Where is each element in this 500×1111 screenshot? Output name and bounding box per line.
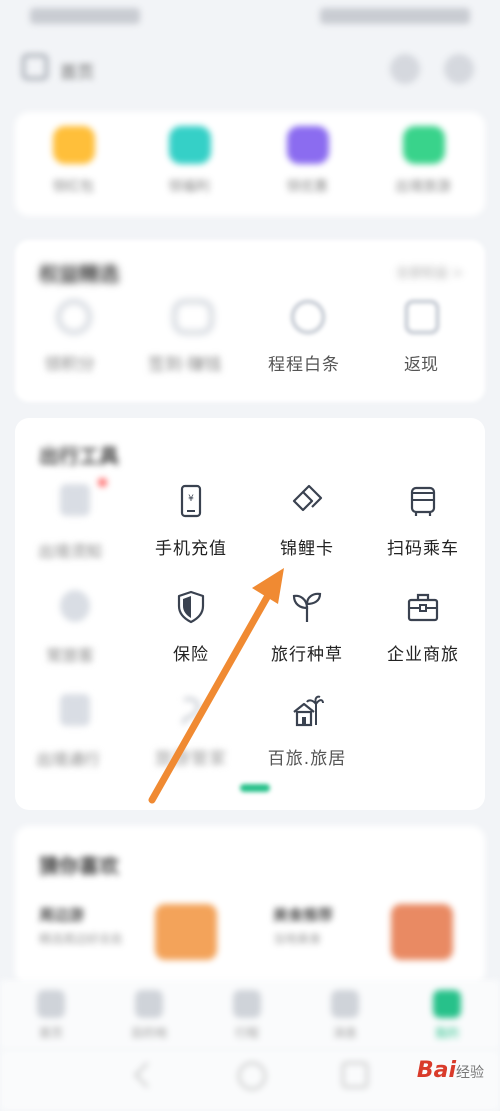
nav-home[interactable]: 首页 (16, 990, 86, 1041)
tool-label: 常旅客 (46, 646, 95, 665)
sprout-icon (290, 590, 324, 624)
watermark-suffix: 经验 (456, 1065, 484, 1081)
pass-icon[interactable] (60, 694, 90, 726)
header-title: 首页 (60, 63, 94, 83)
nav-destination[interactable]: 目的地 (114, 990, 184, 1041)
nav-label: 行程 (234, 1026, 259, 1040)
destination-icon (135, 990, 163, 1018)
tool-label: 旅游管家 (155, 749, 227, 769)
service-icon[interactable] (390, 54, 420, 84)
nav-label: 目的地 (130, 1026, 167, 1040)
palm-house-icon (290, 694, 324, 728)
benefit-label: 领积分 (44, 355, 95, 375)
message-icon[interactable] (444, 54, 474, 84)
recommend-item-title[interactable]: 美食推荐 (273, 904, 333, 925)
back-icon[interactable] (134, 1062, 160, 1088)
section-title: 出行工具 (39, 444, 119, 468)
page-indicator (240, 784, 270, 792)
welfare-icon[interactable] (169, 126, 211, 164)
section-title: 猜你喜欢 (39, 854, 119, 878)
benefit-label[interactable]: 程程白条 (268, 350, 340, 375)
recents-icon[interactable] (342, 1062, 368, 1088)
nav-label: 首页 (38, 1026, 63, 1040)
tool-label: 保险 (173, 645, 209, 665)
briefcase-icon (406, 590, 440, 624)
traveler-icon[interactable] (60, 590, 90, 622)
home-system-icon[interactable] (238, 1062, 266, 1090)
butler-icon (174, 694, 208, 728)
tool-label: 锦鲤卡 (280, 539, 334, 559)
tool-koi-card[interactable]: 锦鲤卡 (249, 484, 365, 559)
notice-icon[interactable] (60, 484, 90, 516)
quick-action-label: 领优惠 (286, 179, 328, 195)
travel-icon[interactable] (403, 126, 445, 164)
tool-insurance[interactable]: 保险 (133, 590, 249, 665)
home-icon (37, 990, 65, 1018)
svg-text:¥: ¥ (188, 494, 194, 504)
message-nav-icon (331, 990, 359, 1018)
recommend-image[interactable] (155, 904, 217, 960)
tool-label: 出境须知 (38, 542, 103, 561)
nav-mine[interactable]: 我的 (412, 990, 482, 1041)
tool-label: 企业商旅 (387, 645, 459, 665)
nav-label: 消息 (332, 1026, 357, 1040)
koi-card-icon (290, 484, 324, 518)
recommend-item-subtitle: 精选周边好去处 (39, 932, 124, 946)
tool-butler[interactable]: 旅游管家 (133, 694, 249, 769)
quick-action-label: 出境旅游 (395, 179, 451, 195)
bus-qr-icon (406, 484, 440, 518)
tool-phone-recharge[interactable]: ¥ 手机充值 (133, 484, 249, 559)
cashback-icon[interactable] (405, 300, 439, 334)
watermark-brand: Bai (416, 1058, 456, 1083)
tool-label: 扫码乘车 (387, 539, 459, 559)
status-bar (0, 0, 500, 36)
checkin-icon[interactable] (173, 300, 213, 334)
tool-label: 出境通行 (36, 750, 101, 769)
coupon-icon[interactable] (287, 126, 329, 164)
bottom-nav: 首页 目的地 行程 消息 我的 (0, 980, 500, 1050)
ious-icon[interactable] (291, 300, 325, 334)
benefits-card: 权益精选 全部权益 > (15, 240, 485, 402)
recommend-item-title[interactable]: 周边游 (39, 904, 84, 925)
tool-label: 旅行种草 (271, 645, 343, 665)
nav-message[interactable]: 消息 (310, 990, 380, 1041)
benefit-label: 签到·赚钱 (148, 355, 222, 375)
shield-icon (174, 590, 208, 624)
app-header: 首页 (0, 46, 500, 94)
trip-icon (233, 990, 261, 1018)
baidu-watermark: Bai经验 (417, 1058, 484, 1083)
menu-icon[interactable] (22, 54, 48, 80)
section-title: 权益精选 (39, 262, 119, 286)
nav-label: 我的 (434, 1026, 459, 1040)
quick-action-label: 领福利 (168, 179, 210, 195)
quick-actions-card: 领红包 领福利 领优惠 出境旅游 (15, 112, 485, 216)
benefit-label[interactable]: 返现 (404, 350, 438, 375)
tool-travel-notes[interactable]: 旅行种草 (249, 590, 365, 665)
tool-label: 百旅.旅居 (267, 749, 347, 769)
more-link[interactable]: 全部权益 > (396, 262, 463, 281)
profile-icon (433, 990, 461, 1018)
tool-business-travel[interactable]: 企业商旅 (365, 590, 481, 665)
phone-recharge-icon: ¥ (174, 484, 208, 518)
status-right (320, 8, 470, 24)
tool-bus-qr[interactable]: 扫码乘车 (365, 484, 481, 559)
nav-trip[interactable]: 行程 (212, 990, 282, 1041)
tool-sojourn[interactable]: 百旅.旅居 (249, 694, 365, 769)
recommend-card: 猜你喜欢 周边游 精选周边好去处 美食推荐 当地美食 (15, 826, 485, 986)
recommend-item-subtitle: 当地美食 (273, 932, 322, 946)
quick-action-label: 领红包 (52, 179, 94, 195)
status-left (30, 8, 140, 24)
recommend-image[interactable] (391, 904, 453, 960)
red-dot-badge (98, 478, 107, 487)
tool-label: 手机充值 (155, 539, 227, 559)
points-icon[interactable] (57, 300, 91, 334)
red-packet-icon[interactable] (53, 126, 95, 164)
